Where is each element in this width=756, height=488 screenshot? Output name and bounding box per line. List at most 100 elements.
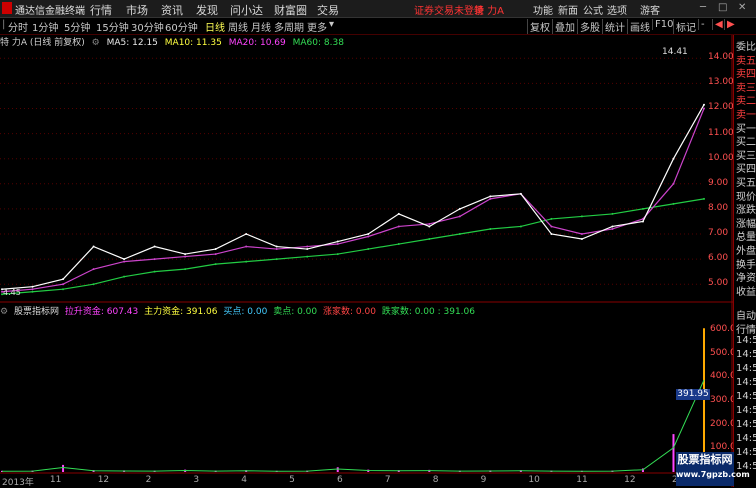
series-point-ma20 [397,225,400,228]
series-point-ma20 [458,215,461,218]
series-point-ma20 [275,248,278,251]
series-point-ma60 [306,255,309,258]
series-point-ma5 [611,225,614,228]
series-point-ma5 [550,232,553,235]
series-point-ma20 [153,258,156,261]
indicator-tick-label: 200.0 [710,418,736,429]
falling-count-value: 跌家数: 0.00 : 391.06 [381,307,475,317]
series-point-ma20 [489,197,492,200]
date-tick-label: 2013年 [2,478,34,488]
indicator-line [1,379,705,472]
series-point-ma60 [153,270,156,273]
indicator-header: ⚙ 股票指标网 拉升资金: 607.43 主力资金: 391.06 买点: 0.… [0,304,478,317]
series-point-ma60 [641,207,644,210]
series-point-ma20 [611,227,614,230]
date-tick-label: 6 [337,475,343,485]
date-tick-label: 9 [480,475,487,485]
date-tick-label: 10 [528,475,540,485]
series-point-ma60 [550,217,553,220]
series-point-ma20 [184,255,187,258]
quote-field-label: 收益 [736,286,756,298]
series-point-ma60 [428,238,431,241]
series-point-ma60 [245,260,248,263]
series-point-ma60 [611,212,614,215]
series-point-ma5 [428,225,431,228]
series-point-ma20 [367,235,370,238]
rising-count-value: 涨家数: 0.00 [323,307,376,317]
series-point-ma20 [428,222,431,225]
series-line-ma60 [1,198,705,295]
price-tick-label: 9.00 [708,177,729,188]
series-point-ma20 [245,245,248,248]
series-point-ma5 [641,220,644,223]
price-tick-label: 13.00 [708,77,734,88]
date-tick-label: 11 [49,475,62,485]
price-tick-label: 10.00 [708,152,734,163]
series-point-ma5 [184,253,187,256]
series-point-ma20 [336,243,339,246]
series-point-ma5 [306,248,309,251]
series-point-ma20 [306,245,309,248]
series-point-ma5 [123,258,126,261]
series-point-ma20 [123,260,126,263]
series-point-ma60 [184,268,187,271]
zhuli-value: 主力资金: 391.06 [144,307,218,317]
series-point-ma60 [672,202,675,205]
series-point-ma5 [214,248,217,251]
date-tick-label: 7 [384,475,391,485]
tick-time-label: 14:5 [736,447,756,458]
tick-time-label: 14:5 [736,377,756,388]
indicator-tick-label: 500.0 [710,347,736,358]
series-point-ma60 [580,215,583,218]
date-tick-label: 12 [97,475,110,485]
tick-time-label: 14:5 [736,433,756,444]
series-point-ma20 [580,232,583,235]
watermark-line1: 股票指标网 [677,453,733,466]
indicator-settings-icon[interactable]: ⚙ [0,307,8,317]
watermark-logo: 股票指标网 www.7gpzb.com [676,452,750,486]
watermark-line2: www.7gpzb.com [676,470,750,479]
date-tick-label: 11 [576,475,588,485]
price-tick-label: 8.00 [708,202,729,213]
series-point-ma20 [31,288,34,291]
series-point-ma5 [489,195,492,198]
date-tick-label: 12 [624,475,636,485]
price-tick-label: 7.00 [708,227,729,238]
series-point-ma5 [31,285,34,288]
series-point-ma5 [519,192,522,195]
series-point-ma60 [275,258,278,261]
date-tick-label: 2 [145,475,152,485]
series-point-ma20 [550,225,553,228]
tick-time-label: 14:5 [736,363,756,374]
series-point-ma60 [367,248,370,251]
price-tick-label: 5.00 [708,278,729,289]
date-tick-label: 3 [193,475,200,485]
sell-point-value: 卖点: 0.00 [273,307,318,317]
indicator-tick-label: 400.0 [710,371,736,382]
lasheng-value: 拉升资金: 607.43 [64,307,139,317]
series-point-ma60 [31,290,34,293]
close-icon[interactable]: ✕ [738,2,746,13]
series-point-ma60 [62,288,65,291]
indicator-tick-label: 300.0 [710,394,736,405]
series-point-ma5 [336,240,339,243]
series-point-ma60 [458,232,461,235]
date-tick-label: 4 [241,475,248,485]
price-tick-label: 12.00 [708,102,734,113]
date-tick-label: 5 [289,475,295,485]
price-chart[interactable] [0,0,733,487]
indicator-name: 股票指标网 [13,307,59,317]
tick-time-label[interactable]: 自动 [736,307,756,322]
series-point-ma5 [672,157,675,160]
date-tick-label: 8 [432,475,439,485]
price-tick-label: 6.00 [708,253,729,264]
series-point-ma5 [92,245,95,248]
series-point-ma5 [703,103,705,106]
price-tick-label: 11.00 [708,127,734,138]
quote-side-panel: 委比 卖五 卖四 卖三 卖二 卖一 买一 买二 买三 买四 买五 现价 涨跌 涨幅 总量 外盘 换手 净资 收益 自动… [733,35,756,487]
indicator-tick-label: 600.0 [710,323,736,334]
tick-time-label: 14:5 [736,419,756,430]
series-point-ma5 [62,278,65,281]
buy-point-value: 买点: 0.00 [223,307,268,317]
series-point-ma5 [245,232,248,235]
